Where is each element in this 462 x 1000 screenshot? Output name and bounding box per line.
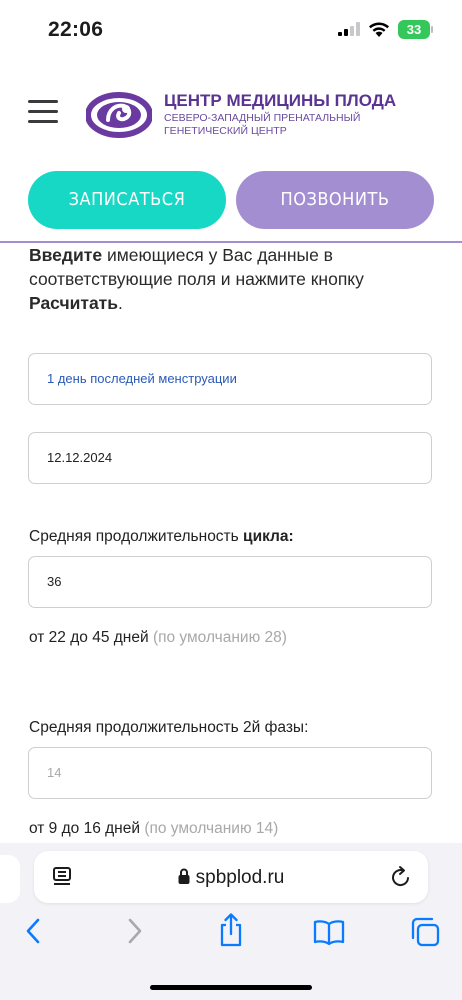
browser-bar: spbplod.ru (0, 843, 462, 1000)
home-indicator (150, 985, 312, 990)
logo-subtitle: СЕВЕРО-ЗАПАДНЫЙ ПРЕНАТАЛЬНЫЙ ГЕНЕТИЧЕСКИ… (164, 112, 360, 138)
cycle-hint: от 22 до 45 дней (по умолчанию 28) (29, 629, 287, 647)
lock-icon (178, 868, 190, 884)
intro-bold-start: Введите (29, 245, 103, 265)
previous-tab-peek[interactable] (0, 855, 20, 903)
url-text: spbplod.ru (195, 867, 285, 888)
bookmarks-icon[interactable] (313, 919, 345, 945)
address-bar[interactable]: spbplod.ru (34, 851, 428, 903)
intro-bold-end: Расчитать (29, 293, 119, 313)
share-icon[interactable] (218, 913, 244, 947)
tabs-icon[interactable] (410, 917, 440, 947)
phase-hint: от 9 до 16 дней (по умолчанию 14) (29, 820, 278, 838)
cycle-label: Средняя продолжительность цикла: (29, 528, 294, 546)
menu-icon[interactable] (28, 100, 58, 124)
cycle-label-bold: цикла: (243, 528, 294, 545)
date-input-value: 12.12.2024 (47, 450, 113, 465)
cycle-label-start: Средняя продолжительность (29, 528, 244, 545)
browser-toolbar (0, 913, 462, 953)
cycle-length-value: 36 (47, 574, 62, 589)
phase-length-input[interactable]: 14 (28, 747, 432, 799)
mode-select[interactable]: 1 день последней менструации (28, 353, 432, 405)
mode-select-value: 1 день последней менструации (47, 371, 237, 386)
phase-length-placeholder: 14 (47, 765, 62, 780)
wifi-icon (369, 22, 389, 37)
battery-cap (431, 26, 433, 33)
call-button[interactable]: ПОЗВОНИТЬ (236, 171, 434, 229)
cycle-hint-range: от 22 до 45 дней (29, 629, 149, 646)
date-input[interactable]: 12.12.2024 (28, 432, 432, 484)
url-display: spbplod.ru (34, 867, 428, 889)
logo-subtitle-line2: ГЕНЕТИЧЕСКИЙ ЦЕНТР (164, 125, 287, 137)
status-bar: 22:06 33 (0, 0, 462, 60)
logo-subtitle-line1: СЕВЕРО-ЗАПАДНЫЙ ПРЕНАТАЛЬНЫЙ (164, 112, 361, 124)
intro-end: . (118, 293, 123, 313)
phase-hint-range: от 9 до 16 дней (29, 820, 141, 837)
logo-icon[interactable] (86, 92, 152, 138)
reload-icon[interactable] (390, 865, 412, 889)
phase-hint-default: (по умолчанию 14) (144, 820, 279, 837)
back-icon[interactable] (25, 917, 43, 945)
logo-title: ЦЕНТР МЕДИЦИНЫ ПЛОДА (164, 91, 397, 110)
signup-button[interactable]: ЗАПИСАТЬСЯ (28, 171, 226, 229)
cycle-length-input[interactable]: 36 (28, 556, 432, 608)
signal-icon (338, 22, 360, 36)
status-time: 22:06 (48, 18, 104, 41)
intro-text: Введите имеющиеся у Вас данные в соответ… (29, 243, 439, 315)
cycle-hint-default: (по умолчанию 28) (152, 629, 287, 646)
phase-label: Средняя продолжительность 2й фазы: (29, 719, 309, 736)
battery-indicator: 33 (398, 20, 430, 39)
forward-icon[interactable] (125, 917, 143, 945)
calculator-form: Введите имеющиеся у Вас данные в соответ… (0, 243, 462, 843)
